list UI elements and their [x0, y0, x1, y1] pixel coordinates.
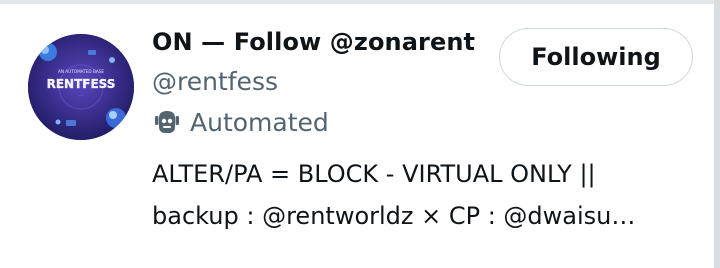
- divider: [0, 0, 720, 4]
- display-name[interactable]: ON — Follow @zonarent: [152, 28, 475, 56]
- avatar-image: AN AUTOMATED BASE RENTFESS · · ·: [28, 34, 134, 140]
- scrollbar-track: [714, 0, 720, 268]
- avatar-subtitle: AN AUTOMATED BASE: [58, 69, 104, 74]
- robot-icon: [155, 111, 179, 133]
- bio-line: backup : @rentworldz × CP : @dwaisu…: [152, 202, 636, 230]
- avatar[interactable]: AN AUTOMATED BASE RENTFESS · · ·: [28, 34, 134, 140]
- user-bio: ALTER/PA = BLOCK - VIRTUAL ONLY || backu…: [152, 153, 692, 237]
- following-button[interactable]: Following: [499, 28, 693, 86]
- bio-line: ALTER/PA = BLOCK - VIRTUAL ONLY ||: [152, 160, 596, 188]
- user-cell[interactable]: AN AUTOMATED BASE RENTFESS · · · ON — Fo…: [0, 0, 720, 268]
- user-handle[interactable]: @rentfess: [152, 67, 278, 96]
- avatar-title: RENTFESS: [47, 77, 116, 91]
- automated-label: Automated: [190, 107, 329, 137]
- automated-badge[interactable]: Automated: [152, 106, 329, 138]
- avatar-caption: · · ·: [78, 94, 83, 98]
